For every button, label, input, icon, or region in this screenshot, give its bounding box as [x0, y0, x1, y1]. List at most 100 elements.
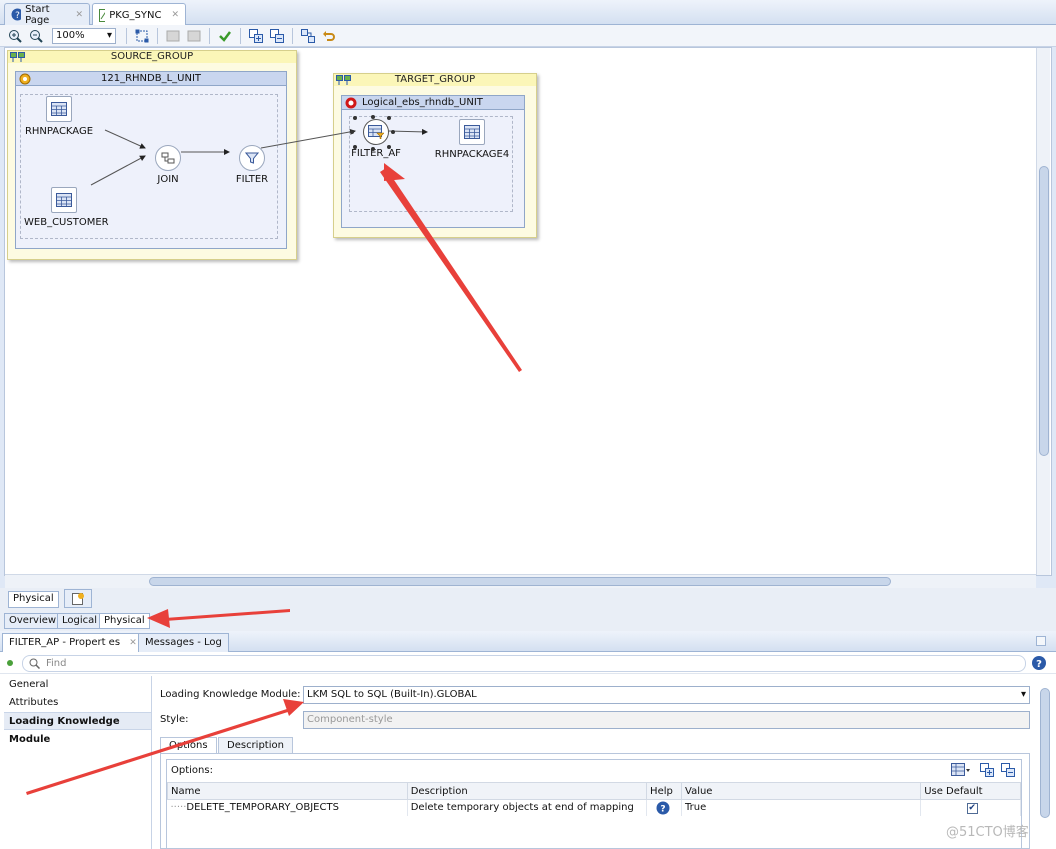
- option-name: DELETE_TEMPORARY_OBJECTS: [186, 802, 339, 814]
- nav-item-general[interactable]: General: [4, 676, 151, 694]
- zoom-in-icon[interactable]: [6, 27, 24, 45]
- chevron-down-icon: ▾: [1020, 689, 1026, 700]
- node-label: JOIN: [157, 174, 179, 185]
- search-icon: [29, 658, 40, 669]
- columns-menu-icon[interactable]: [951, 763, 971, 777]
- use-default-checkbox[interactable]: ✔: [966, 802, 978, 814]
- svg-text:?: ?: [1036, 659, 1042, 670]
- diagram-tab-area: [0, 588, 1056, 631]
- help-icon[interactable]: ?: [1031, 655, 1047, 671]
- table-row[interactable]: ·····DELETE_TEMPORARY_OBJECTS Delete tem…: [167, 799, 1021, 816]
- layout-icon[interactable]: [299, 27, 317, 45]
- tab-pkg-sync[interactable]: PKG_SYNC ✕: [92, 3, 186, 26]
- datastore-web-customer[interactable]: WEB_CUSTOMER: [24, 187, 109, 228]
- scrollbar-thumb[interactable]: [149, 577, 891, 586]
- expand-all-icon[interactable]: [980, 763, 995, 778]
- column-header[interactable]: Description: [406, 782, 648, 800]
- collapse-all-icon[interactable]: [268, 27, 286, 45]
- column-header[interactable]: Name: [167, 782, 408, 800]
- options-panel: Options: Name Description Help Value Use…: [166, 759, 1022, 849]
- view-tab-overview[interactable]: Overview: [4, 613, 62, 629]
- find-bar: Find ?: [0, 653, 1056, 674]
- bottom-tab-bar: FILTER_AP - Propert es ✕ Messages - Log: [0, 631, 1056, 652]
- unit-title: 121_RHNDB_L_UNIT: [16, 72, 286, 86]
- view-tab-physical[interactable]: Physical: [99, 613, 150, 629]
- datastore-table-icon: [51, 187, 77, 213]
- expand-all-icon[interactable]: [247, 27, 265, 45]
- mapping-diagram-canvas[interactable]: SOURCE_GROUP 121_RHNDB_L_UNIT RHNPACKAGE…: [4, 47, 1052, 576]
- toolbar-separator: [126, 27, 127, 44]
- component-filter-ap-selected[interactable]: FILTER_AF: [350, 119, 402, 159]
- svg-text:?: ?: [660, 804, 665, 814]
- datastore-table-icon: [459, 119, 485, 145]
- find-input[interactable]: Find: [22, 655, 1026, 672]
- zoom-out-icon[interactable]: [27, 27, 45, 45]
- scrollbar-thumb[interactable]: [1039, 166, 1049, 456]
- fit-to-window-icon[interactable]: [133, 27, 151, 45]
- options-header: Options:: [167, 760, 1021, 782]
- tab-label: Overview: [9, 615, 57, 626]
- close-icon[interactable]: ✕: [129, 638, 137, 648]
- nav-label: Attributes: [9, 697, 59, 708]
- tab-label: Options: [169, 740, 208, 751]
- view-tab-logical[interactable]: Logical: [57, 613, 103, 629]
- zoom-select[interactable]: 100% ▾: [52, 27, 116, 44]
- source-group[interactable]: SOURCE_GROUP 121_RHNDB_L_UNIT RHNPACKAGE…: [7, 50, 297, 260]
- mapping-icon: [99, 8, 106, 22]
- nav-item-loading-knowledge-module[interactable]: Loading Knowledge Module: [4, 712, 151, 745]
- tab-new-diagram[interactable]: [64, 589, 92, 608]
- panel-scrollbar-thumb[interactable]: [1040, 688, 1050, 818]
- column-header[interactable]: Use Default: [920, 782, 1021, 800]
- tab-label: Physical: [13, 593, 54, 604]
- option-value[interactable]: True: [681, 799, 922, 816]
- tab-label: Description: [227, 740, 284, 751]
- datastore-rhnpackage[interactable]: RHNPACKAGE: [24, 96, 94, 137]
- collapse-all-icon[interactable]: [1001, 763, 1016, 778]
- lkm-select[interactable]: LKM SQL to SQL (Built-In).GLOBAL ▾: [303, 686, 1030, 704]
- group-title: TARGET_GROUP: [334, 74, 536, 86]
- canvas-horizontal-scrollbar[interactable]: [5, 574, 1036, 588]
- style-label: Style:: [160, 714, 189, 725]
- group-icon: [336, 75, 352, 89]
- close-icon[interactable]: ✕: [171, 10, 179, 20]
- close-icon[interactable]: ✕: [75, 10, 83, 20]
- node-label: FILTER: [235, 174, 269, 185]
- help-icon[interactable]: ?: [656, 801, 670, 815]
- target-execution-unit[interactable]: Logical_ebs_rhndb_UNIT: [341, 95, 525, 228]
- tab-label: Messages - Log: [145, 637, 222, 648]
- option-name-cell: ·····DELETE_TEMPORARY_OBJECTS: [167, 799, 408, 816]
- tab-start-page[interactable]: ? Start Page ✕: [4, 3, 90, 26]
- tab-label: Start Page: [25, 3, 50, 26]
- maximize-icon[interactable]: [1036, 636, 1046, 646]
- node-label: RHNPACKAGE4: [434, 149, 510, 160]
- tab-filter-ap-properties[interactable]: FILTER_AP - Propert es ✕: [2, 633, 144, 652]
- validate-check-icon[interactable]: [216, 27, 234, 45]
- tab-label: FILTER_AP - Propert es: [9, 637, 121, 648]
- properties-nav: General Attributes Loading Knowledge Mod…: [4, 676, 152, 849]
- find-placeholder: Find: [46, 658, 67, 669]
- group-icon: [10, 52, 26, 66]
- column-header[interactable]: Value: [680, 782, 922, 800]
- filter-ap-icon: [363, 119, 389, 145]
- nav-label: Loading Knowledge Module: [9, 716, 120, 745]
- datastore-rhnpackage4[interactable]: RHNPACKAGE4: [434, 119, 510, 160]
- options-label: Options:: [171, 765, 213, 776]
- tab-description[interactable]: Description: [218, 737, 293, 753]
- component-join[interactable]: JOIN: [148, 145, 188, 185]
- style-field: Component-style: [303, 711, 1030, 729]
- watermark: @51CTO博客: [946, 825, 1029, 840]
- column-header[interactable]: Help: [646, 782, 682, 800]
- tab-options[interactable]: Options: [160, 737, 217, 753]
- options-table-header: Name Description Help Value Use Default: [167, 782, 1021, 800]
- tree-line: ·····: [170, 802, 187, 814]
- tab-messages-log[interactable]: Messages - Log: [138, 633, 229, 652]
- tab-physical-diagram[interactable]: Physical: [8, 591, 59, 608]
- nav-item-attributes[interactable]: Attributes: [4, 694, 151, 712]
- component-filter[interactable]: FILTER: [229, 145, 275, 185]
- undo-icon[interactable]: [320, 27, 338, 45]
- toolbar-separator: [157, 27, 158, 44]
- unit-icon: [345, 97, 357, 112]
- canvas-vertical-scrollbar[interactable]: [1036, 48, 1050, 575]
- option-use-default-cell: ✔: [920, 799, 1021, 816]
- target-group[interactable]: TARGET_GROUP Logical_ebs_rhndb_UNIT FILT…: [333, 73, 537, 238]
